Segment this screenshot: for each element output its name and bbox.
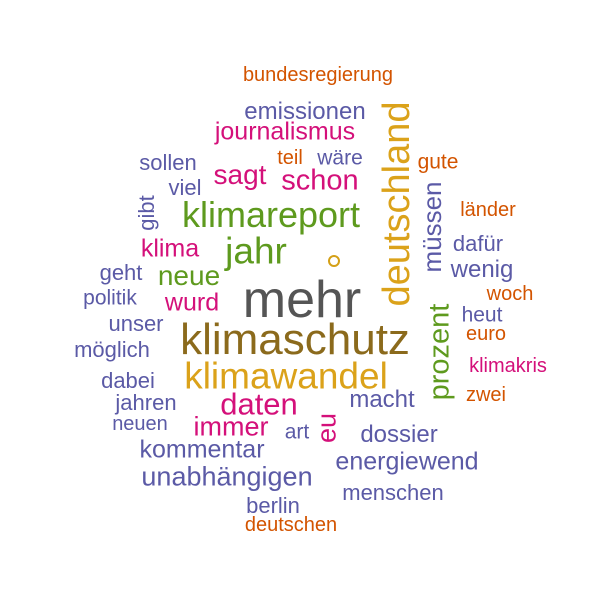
word-neuen: neuen bbox=[112, 413, 168, 435]
word-klimareport: klimareport bbox=[181, 194, 361, 235]
word-laender: länder bbox=[460, 199, 516, 221]
word-cloud: bundesregierung emissionen journalismus … bbox=[0, 0, 600, 600]
word-woch: woch bbox=[486, 283, 534, 305]
word-zwei: zwei bbox=[465, 384, 507, 406]
word-unser: unser bbox=[108, 311, 164, 336]
word-gibt: gibt bbox=[134, 195, 159, 231]
word-journalismus: journalismus bbox=[214, 117, 356, 146]
word-jahren: jahren bbox=[115, 390, 177, 415]
word-geht: geht bbox=[99, 260, 143, 285]
word-energiewend: energiewend bbox=[335, 447, 479, 476]
word-gute: gute bbox=[417, 150, 459, 174]
word-deutschen: deutschen bbox=[244, 514, 338, 536]
word-politik: politik bbox=[83, 286, 137, 310]
word-moeglich: möglich bbox=[74, 337, 150, 362]
word-eu: eu bbox=[311, 412, 342, 444]
word-sagt: sagt bbox=[213, 159, 267, 190]
word-muessen: müssen bbox=[417, 181, 447, 273]
small-circle-mark bbox=[328, 255, 340, 267]
word-neue: neue bbox=[157, 260, 221, 291]
word-wenig: wenig bbox=[450, 256, 514, 283]
word-schon: schon bbox=[281, 164, 359, 197]
word-macht: macht bbox=[349, 386, 415, 413]
word-euro: euro bbox=[465, 323, 507, 345]
word-klimakris: klimakris bbox=[469, 355, 547, 377]
word-kommentar: kommentar bbox=[139, 435, 265, 464]
word-dafuer: dafür bbox=[452, 231, 504, 256]
word-wurd: wurd bbox=[164, 288, 220, 317]
word-dabei: dabei bbox=[101, 368, 155, 393]
word-menschen: menschen bbox=[342, 480, 444, 505]
word-bundesregierung: bundesregierung bbox=[242, 64, 394, 86]
word-sollen: sollen bbox=[139, 150, 197, 175]
word-unabhaengigen: unabhängigen bbox=[141, 461, 313, 492]
word-deutschland: deutschland bbox=[376, 101, 418, 307]
word-prozent: prozent bbox=[423, 303, 456, 401]
word-jahr: jahr bbox=[225, 230, 287, 272]
word-klima: klima bbox=[140, 234, 200, 263]
word-dossier: dossier bbox=[360, 421, 438, 448]
word-art: art bbox=[284, 420, 310, 444]
